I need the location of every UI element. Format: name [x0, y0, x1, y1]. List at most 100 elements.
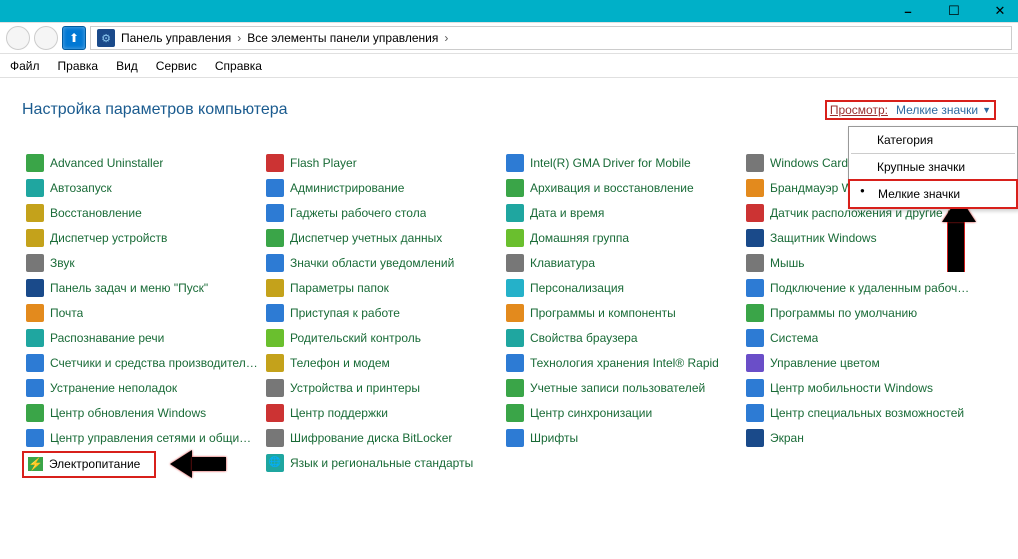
- cp-item[interactable]: Устранение неполадок: [22, 375, 262, 400]
- cp-item-icon: [266, 254, 284, 272]
- view-by-current: Мелкие значки: [896, 103, 978, 117]
- cp-item[interactable]: Счетчики и средства производител…: [22, 350, 262, 375]
- cp-item[interactable]: Клавиатура: [502, 250, 742, 275]
- cp-item-label: Центр управления сетями и общи…: [50, 431, 251, 445]
- cp-item-icon: [746, 354, 764, 372]
- cp-item[interactable]: Параметры папок: [262, 275, 502, 300]
- cp-item-label: Программы по умолчанию: [770, 306, 917, 320]
- cp-item[interactable]: Панель задач и меню "Пуск": [22, 275, 262, 300]
- menu-file[interactable]: Файл: [10, 59, 40, 73]
- cp-item[interactable]: Значки области уведомлений: [262, 250, 502, 275]
- cp-item-icon: [266, 304, 284, 322]
- cp-item-label: Система: [770, 331, 818, 345]
- menu-edit[interactable]: Правка: [58, 59, 99, 73]
- cp-item-label: Центр обновления Windows: [50, 406, 206, 420]
- menu-help[interactable]: Справка: [215, 59, 262, 73]
- cp-item-icon: [746, 429, 764, 447]
- cp-item[interactable]: Приступая к работе: [262, 300, 502, 325]
- cp-item[interactable]: Домашняя группа: [502, 225, 742, 250]
- cp-item[interactable]: Центр мобильности Windows: [742, 375, 982, 400]
- cp-item-icon: [506, 229, 524, 247]
- cp-item[interactable]: Распознавание речи: [22, 325, 262, 350]
- cp-item[interactable]: Программы и компоненты: [502, 300, 742, 325]
- cp-item[interactable]: Шрифты: [502, 425, 742, 450]
- cp-item-label: Язык и региональные стандарты: [290, 456, 473, 470]
- chevron-right-icon: ›: [444, 31, 448, 45]
- cp-item[interactable]: Система: [742, 325, 982, 350]
- breadcrumb-part[interactable]: Все элементы панели управления: [247, 31, 438, 45]
- cp-item-icon: [26, 279, 44, 297]
- cp-item-icon: [266, 204, 284, 222]
- cp-item-label: Диспетчер учетных данных: [290, 231, 442, 245]
- cp-item-language-region[interactable]: 🌐 Язык и региональные стандарты: [262, 450, 502, 475]
- cp-item-icon: [26, 404, 44, 422]
- cp-item[interactable]: Центр специальных возможностей: [742, 400, 982, 425]
- maximize-button[interactable]: [940, 0, 968, 22]
- cp-item-label: Гаджеты рабочего стола: [290, 206, 426, 220]
- menu-service[interactable]: Сервис: [156, 59, 197, 73]
- minimize-button[interactable]: [894, 0, 922, 22]
- cp-item[interactable]: Свойства браузера: [502, 325, 742, 350]
- cp-item[interactable]: Шифрование диска BitLocker: [262, 425, 502, 450]
- cp-item[interactable]: Персонализация: [502, 275, 742, 300]
- view-by-dropdown[interactable]: Мелкие значки ▼: [896, 103, 991, 117]
- cp-item-label: Архивация и восстановление: [530, 181, 694, 195]
- cp-item[interactable]: Подключение к удаленным рабоч…: [742, 275, 982, 300]
- cp-item-label: Центр мобильности Windows: [770, 381, 933, 395]
- cp-item[interactable]: Администрирование: [262, 175, 502, 200]
- up-button[interactable]: ⬆: [62, 26, 86, 50]
- cp-item[interactable]: Экран: [742, 425, 982, 450]
- cp-item[interactable]: Управление цветом: [742, 350, 982, 375]
- cp-item[interactable]: Родительский контроль: [262, 325, 502, 350]
- menu-view[interactable]: Вид: [116, 59, 138, 73]
- cp-item[interactable]: Центр управления сетями и общи…: [22, 425, 262, 450]
- cp-item-label: Advanced Uninstaller: [50, 156, 163, 170]
- cp-item-icon: [506, 429, 524, 447]
- cp-item[interactable]: Звук: [22, 250, 262, 275]
- cp-item[interactable]: Flash Player: [262, 150, 502, 175]
- up-arrow-icon: ⬆: [69, 31, 79, 45]
- cp-item[interactable]: Архивация и восстановление: [502, 175, 742, 200]
- view-option-category[interactable]: Категория: [849, 127, 1017, 153]
- menu-bar: Файл Правка Вид Сервис Справка: [0, 54, 1018, 78]
- cp-item[interactable]: Программы по умолчанию: [742, 300, 982, 325]
- cp-item-icon: [26, 179, 44, 197]
- cp-item-icon: [266, 279, 284, 297]
- cp-item-electropower[interactable]: ⚡ Электропитание: [22, 451, 156, 478]
- cp-item-label: Управление цветом: [770, 356, 880, 370]
- cp-item[interactable]: Центр поддержки: [262, 400, 502, 425]
- back-button[interactable]: [6, 26, 30, 50]
- cp-item-icon: [506, 329, 524, 347]
- cp-item-icon: [26, 379, 44, 397]
- cp-item-label: Домашняя группа: [530, 231, 629, 245]
- cp-item[interactable]: Телефон и модем: [262, 350, 502, 375]
- cp-item-label: Защитник Windows: [770, 231, 877, 245]
- cp-item[interactable]: Устройства и принтеры: [262, 375, 502, 400]
- cp-item[interactable]: Центр синхронизации: [502, 400, 742, 425]
- cp-item[interactable]: Восстановление: [22, 200, 262, 225]
- view-option-small-icons[interactable]: Мелкие значки: [848, 179, 1018, 209]
- cp-item-icon: [506, 404, 524, 422]
- cp-item-label: Шифрование диска BitLocker: [290, 431, 452, 445]
- cp-item[interactable]: Автозапуск: [22, 175, 262, 200]
- view-option-large-icons[interactable]: Крупные значки: [849, 154, 1017, 180]
- cp-item[interactable]: Дата и время: [502, 200, 742, 225]
- cp-item[interactable]: Технология хранения Intel® Rapid: [502, 350, 742, 375]
- address-bar[interactable]: ⚙ Панель управления › Все элементы панел…: [90, 26, 1012, 50]
- close-button[interactable]: [986, 0, 1014, 22]
- cp-item[interactable]: Гаджеты рабочего стола: [262, 200, 502, 225]
- cp-item[interactable]: Почта: [22, 300, 262, 325]
- cp-item[interactable]: Intel(R) GMA Driver for Mobile: [502, 150, 742, 175]
- cp-item[interactable]: Учетные записи пользователей: [502, 375, 742, 400]
- chevron-right-icon: ›: [237, 31, 241, 45]
- cp-item-icon: [266, 179, 284, 197]
- cp-item-icon: [746, 229, 764, 247]
- breadcrumb-part[interactable]: Панель управления: [121, 31, 231, 45]
- cp-item[interactable]: Диспетчер устройств: [22, 225, 262, 250]
- cp-item-icon: [506, 254, 524, 272]
- battery-icon: ⚡: [28, 457, 43, 471]
- forward-button[interactable]: [34, 26, 58, 50]
- cp-item[interactable]: Advanced Uninstaller: [22, 150, 262, 175]
- cp-item[interactable]: Диспетчер учетных данных: [262, 225, 502, 250]
- cp-item[interactable]: Центр обновления Windows: [22, 400, 262, 425]
